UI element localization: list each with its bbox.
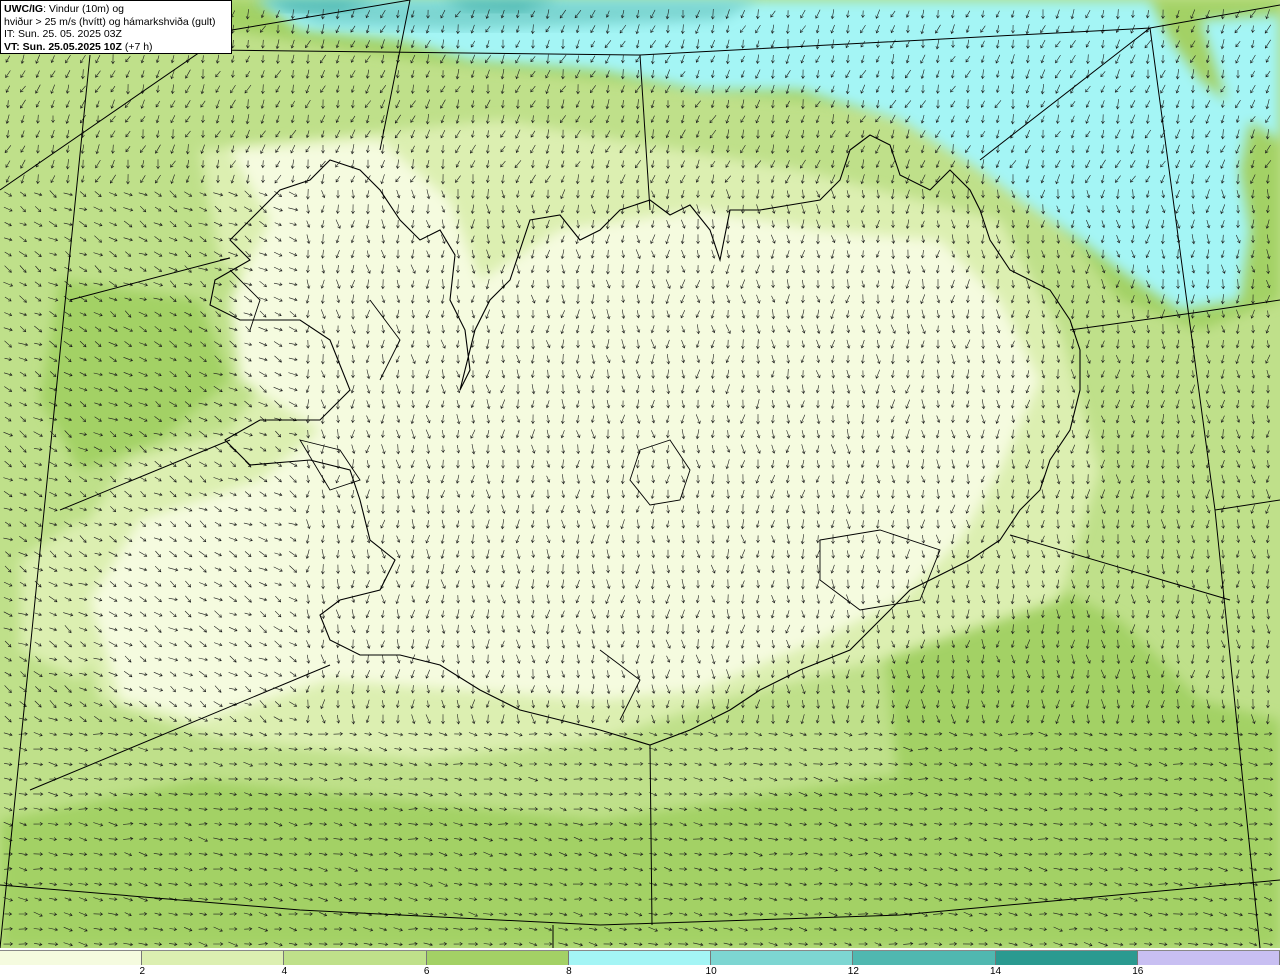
wind-map	[0, 0, 1280, 948]
